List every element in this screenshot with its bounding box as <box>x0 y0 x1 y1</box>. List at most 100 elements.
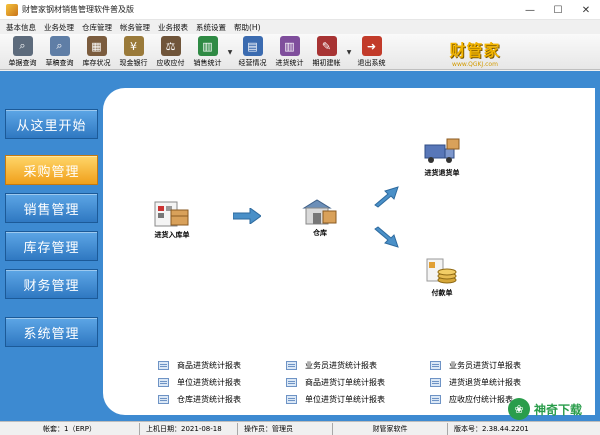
app-icon <box>6 3 18 16</box>
nav-inventory[interactable]: 库存管理 <box>5 231 98 261</box>
purchase-in-node[interactable]: 进货入库单 <box>153 198 191 240</box>
report-icon <box>286 378 297 387</box>
search-doc-icon: ⌕ <box>12 36 33 56</box>
toolbar-inventory-button[interactable]: ▦ 库存状况 <box>78 34 115 70</box>
warehouse-label: 仓库 <box>313 229 327 237</box>
nav-start[interactable]: 从这里开始 <box>5 109 98 139</box>
report-label: 业务员进货统计报表 <box>305 361 377 370</box>
nav-purchase[interactable]: 采购管理 <box>5 155 98 185</box>
minimize-button[interactable]: — <box>516 0 544 20</box>
report-icon <box>158 361 169 370</box>
nav-system[interactable]: 系统管理 <box>5 317 98 347</box>
brand-logo: 财管家 www.QGKJ.com <box>445 34 505 70</box>
logo-url: www.QGKJ.com <box>452 60 498 68</box>
toolbar-label: 期初建帐 <box>312 59 341 67</box>
flow-canvas: 进货入库单 仓库 进货退货单 付款单 商品进货统计报表 业务员进货统计报表 业务… <box>103 88 595 415</box>
report-label: 业务员进货订单报表 <box>449 361 521 370</box>
report-link[interactable]: 进货退货单统计报表 <box>430 377 521 388</box>
report-icon <box>430 378 441 387</box>
toolbar-purchase-stats-button[interactable]: ▥ 进货统计 <box>271 34 308 70</box>
window-title: 财管家钢材销售管理软件普及版 <box>22 5 134 14</box>
sales-stats-dropdown-icon[interactable]: ▼ <box>226 34 234 70</box>
bar-chart-icon: ▥ <box>197 36 218 56</box>
menu-accounts[interactable]: 帐务管理 <box>120 22 150 33</box>
books-icon: ▤ <box>242 36 263 56</box>
workspace: 从这里开始 采购管理 销售管理 库存管理 财务管理 系统管理 进货入库单 仓库 … <box>0 71 600 421</box>
report-link[interactable]: 业务员进货订单报表 <box>430 360 521 371</box>
menu-basic-info[interactable]: 基本信息 <box>6 22 36 33</box>
status-company: 财管家软件 <box>333 422 448 435</box>
toolbar-label: 应收应付 <box>156 59 185 67</box>
arrow-down-right-icon <box>374 226 399 248</box>
report-icon <box>158 378 169 387</box>
menu-settings[interactable]: 系统设置 <box>196 22 226 33</box>
title-bar: 财管家钢材销售管理软件普及版 — ☐ ✕ <box>0 0 600 20</box>
report-label: 商品进货统计报表 <box>177 361 241 370</box>
toolbar-exit-button[interactable]: ➜ 退出系统 <box>353 34 390 70</box>
menu-reports[interactable]: 业务报表 <box>158 22 188 33</box>
toolbar-sales-stats-button[interactable]: ▥ 销售统计 <box>189 34 226 70</box>
payment-node[interactable]: 付款单 <box>423 256 461 298</box>
warehouse-node[interactable]: 仓库 <box>301 196 339 238</box>
report-icon <box>430 361 441 370</box>
report-icon <box>286 361 297 370</box>
report-link[interactable]: 商品进货统计报表 <box>158 360 241 371</box>
purchase-return-label: 进货退货单 <box>424 169 460 177</box>
menu-help[interactable]: 帮助(H) <box>234 22 261 33</box>
window-controls: — ☐ ✕ <box>516 0 600 20</box>
draft-search-icon: ⌕ <box>49 36 70 56</box>
maximize-button[interactable]: ☐ <box>544 0 572 20</box>
arrow-up-right-icon <box>374 186 399 208</box>
logo-text: 财管家 <box>449 40 501 60</box>
toolbar-label: 单据查询 <box>8 59 37 67</box>
watermark-badge-icon: ❀ <box>508 398 530 420</box>
menu-business[interactable]: 业务处理 <box>44 22 74 33</box>
toolbar-label: 草稿查询 <box>45 59 74 67</box>
payment-label: 付款单 <box>431 289 453 297</box>
toolbar-draft-query-button[interactable]: ⌕ 草稿查询 <box>41 34 78 70</box>
report-label: 仓库进货统计报表 <box>177 395 241 404</box>
truck-icon <box>423 136 461 166</box>
status-account: 帐套：1（ERP） <box>0 422 140 435</box>
close-button[interactable]: ✕ <box>572 0 600 20</box>
toolbar-opening-button[interactable]: ✎ 期初建帐 <box>308 34 345 70</box>
toolbar-label: 进货统计 <box>275 59 304 67</box>
report-link[interactable]: 仓库进货统计报表 <box>158 394 241 405</box>
arrow-right-icon <box>233 208 261 224</box>
nav-finance[interactable]: 财务管理 <box>5 269 98 299</box>
purchase-in-label: 进货入库单 <box>154 231 190 239</box>
report-link[interactable]: 业务员进货统计报表 <box>286 360 377 371</box>
toolbar-receivable-button[interactable]: ⚖ 应收应付 <box>152 34 189 70</box>
report-link[interactable]: 应收应付统计报表 <box>430 394 513 405</box>
opening-dropdown-icon[interactable]: ▼ <box>345 34 353 70</box>
report-label: 应收应付统计报表 <box>449 395 513 404</box>
report-label: 商品进货订单统计报表 <box>305 378 385 387</box>
coins-icon <box>423 256 461 286</box>
purchase-in-icon <box>153 198 191 228</box>
toolbar-doc-query-button[interactable]: ⌕ 单据查询 <box>4 34 41 70</box>
report-link[interactable]: 单位进货订单统计报表 <box>286 394 385 405</box>
toolbar-operations-button[interactable]: ▤ 经营情况 <box>234 34 271 70</box>
toolbar-label: 现金银行 <box>119 59 148 67</box>
nav-sales[interactable]: 销售管理 <box>5 193 98 223</box>
toolbar-label: 销售统计 <box>193 59 222 67</box>
report-icon <box>286 395 297 404</box>
purchase-return-node[interactable]: 进货退货单 <box>423 136 461 178</box>
menu-warehouse[interactable]: 仓库管理 <box>82 22 112 33</box>
toolbar-cash-bank-button[interactable]: ¥ 现金银行 <box>115 34 152 70</box>
purchase-stats-icon: ▥ <box>279 36 300 56</box>
report-label: 进货退货单统计报表 <box>449 378 521 387</box>
pen-icon: ✎ <box>316 36 337 56</box>
report-link[interactable]: 商品进货订单统计报表 <box>286 377 385 388</box>
exit-icon: ➜ <box>361 36 382 56</box>
toolbar-label: 库存状况 <box>82 59 111 67</box>
status-operator: 操作员：管理员 <box>238 422 333 435</box>
status-version: 版本号：2.38.44.2201 <box>454 424 529 433</box>
toolbar-label: 经营情况 <box>238 59 267 67</box>
watermark-text: 神奇下载 <box>534 402 583 417</box>
report-link[interactable]: 单位进货统计报表 <box>158 377 241 388</box>
status-date: 上机日期：2021-08-18 <box>140 422 238 435</box>
menu-bar: 基本信息 业务处理 仓库管理 帐务管理 业务报表 系统设置 帮助(H) <box>0 20 600 34</box>
status-bar: 帐套：1（ERP） 上机日期：2021-08-18 操作员：管理员 财管家软件 … <box>0 421 600 435</box>
warehouse-icon <box>301 196 339 226</box>
